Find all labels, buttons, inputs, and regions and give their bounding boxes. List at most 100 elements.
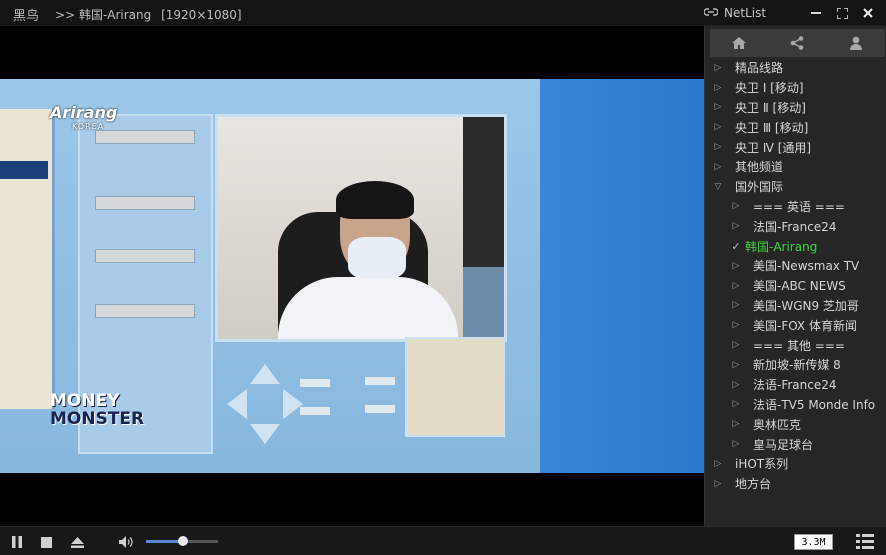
chevron-right-icon: ▷ (732, 260, 740, 271)
channel-label: 地方台 (735, 477, 772, 492)
video-scene-dpad (227, 364, 395, 444)
chevron-right-icon: ▷ (732, 201, 740, 212)
channel-label: 央卫 Ⅰ [移动] (735, 81, 804, 96)
channel-tree: ▷ 精品线路 ▷ 央卫 Ⅰ [移动] ▷ 央卫 Ⅱ [移动] ▷ 央卫 Ⅲ [移动] ▷ 央卫 Ⅳ… (705, 58, 886, 494)
channel-label: 美国-WGN9 芝加哥 (753, 298, 859, 313)
volume-slider[interactable] (146, 536, 218, 546)
chevron-right-icon: ▷ (732, 359, 740, 370)
chevron-right-icon: ▷ (714, 62, 722, 73)
channel-label: 法语-TV5 Monde Info (753, 397, 876, 412)
pause-icon (12, 536, 22, 548)
channel-label: 央卫 Ⅳ [通用] (735, 140, 812, 155)
channel-item[interactable]: ▷ 美国-WGN9 芝加哥 (705, 296, 886, 316)
channel-item[interactable]: ✓ 韩国-Arirang (705, 236, 886, 256)
arirang-watermark: Arirang KOREA (50, 105, 117, 134)
close-button[interactable] (858, 3, 878, 23)
channel-item[interactable]: ▷ 新加坡-新传媒 8 (705, 355, 886, 375)
channel-label: 美国-FOX 体育新闻 (753, 318, 857, 333)
channel-label: 奥林匹克 (753, 417, 802, 432)
channel-label: 新加坡-新传媒 8 (753, 358, 841, 373)
app-name: 黑鸟 (13, 9, 40, 24)
netlist-toolbar (710, 29, 885, 57)
chevron-right-icon: ▷ (732, 399, 740, 410)
eject-icon (70, 536, 84, 548)
channel-group[interactable]: ▷ 央卫 Ⅰ [移动] (705, 78, 886, 98)
channel-label: 国外国际 (735, 180, 784, 195)
channel-group[interactable]: ▷ 央卫 Ⅱ [移动] (705, 98, 886, 118)
channel-group[interactable]: ▷ 地方台 (705, 474, 886, 494)
minimize-icon (811, 12, 821, 14)
chevron-right-icon: ▷ (732, 379, 740, 390)
channel-label: 皇马足球台 (753, 437, 814, 452)
now-playing-label: >> 韩国-Arirang [1920×1080] (55, 6, 242, 23)
channel-item[interactable]: ▷ 法语-TV5 Monde Info (705, 395, 886, 415)
video-scene-keypad (405, 337, 505, 437)
channel-group[interactable]: ▷ 精品线路 (705, 58, 886, 78)
money-monster-line2: MONSTER (50, 409, 145, 429)
video-frame: Arirang KOREA MONEY MONSTER (0, 79, 704, 473)
link-icon (703, 6, 719, 20)
video-viewport[interactable]: Arirang KOREA MONEY MONSTER (0, 26, 704, 526)
channel-label: 美国-Newsmax TV (753, 259, 860, 274)
home-icon (732, 37, 747, 49)
stop-icon (40, 536, 52, 548)
netlist-panel: ▷ 精品线路 ▷ 央卫 Ⅰ [移动] ▷ 央卫 Ⅱ [移动] ▷ 央卫 Ⅲ [移动] ▷ 央卫 Ⅳ… (704, 26, 886, 526)
playback-controls: 3.3M (0, 526, 886, 555)
chevron-right-icon: ▷ (732, 300, 740, 311)
channel-item[interactable]: ▷ 法语-France24 (705, 375, 886, 395)
pause-button[interactable] (8, 533, 26, 551)
video-scene-list (0, 109, 55, 409)
now-playing-prefix: >> (55, 8, 76, 22)
list-icon (856, 534, 874, 549)
channel-item[interactable]: ▷ 美国-Newsmax TV (705, 256, 886, 276)
channel-label: === 英语 === (753, 199, 845, 214)
channel-item[interactable]: ▷ === 其他 === (705, 335, 886, 355)
home-button[interactable] (725, 31, 753, 55)
channel-label: 韩国-Arirang (745, 239, 818, 254)
video-scene-camera-view (215, 114, 507, 342)
fullscreen-button[interactable] (832, 3, 852, 23)
chevron-right-icon: ▷ (714, 122, 722, 133)
channel-label: === 其他 === (753, 338, 845, 353)
volume-button[interactable] (117, 533, 135, 551)
user-button[interactable] (842, 31, 870, 55)
share-button[interactable] (783, 31, 811, 55)
channel-label: 法国-France24 (753, 219, 837, 234)
channel-group[interactable]: ▷ 央卫 Ⅲ [移动] (705, 117, 886, 137)
channel-item[interactable]: ▷ 法国-France24 (705, 216, 886, 236)
share-icon (791, 36, 804, 50)
chevron-right-icon: ▷ (732, 340, 740, 351)
channel-label: 其他频道 (735, 160, 784, 175)
channel-item[interactable]: ▷ 美国-FOX 体育新闻 (705, 315, 886, 335)
channel-group[interactable]: ▷ 其他频道 (705, 157, 886, 177)
channel-label: 法语-France24 (753, 378, 837, 393)
channel-item[interactable]: ▷ 奥林匹克 (705, 414, 886, 434)
window-controls (806, 3, 878, 23)
check-icon: ✓ (731, 239, 741, 253)
now-playing-resolution: [1920×1080] (161, 8, 242, 22)
money-monster-logo: MONEY MONSTER (50, 392, 144, 428)
channel-item[interactable]: ▷ 美国-ABC NEWS (705, 276, 886, 296)
eject-button[interactable] (68, 533, 86, 551)
channel-item[interactable]: ▷ 皇马足球台 (705, 434, 886, 454)
channel-item[interactable]: ▷ === 英语 === (705, 197, 886, 217)
minimize-button[interactable] (806, 3, 826, 23)
playlist-toggle-button[interactable] (856, 534, 874, 553)
chevron-right-icon: ▷ (714, 142, 722, 153)
chevron-right-icon: ▷ (732, 320, 740, 331)
now-playing-channel: 韩国-Arirang (78, 8, 152, 22)
channel-label: 精品线路 (735, 61, 784, 76)
user-icon (849, 36, 862, 50)
channel-group[interactable]: ▷ 央卫 Ⅳ [通用] (705, 137, 886, 157)
bitrate-indicator: 3.3M (794, 534, 833, 550)
channel-group[interactable]: ▽ 国外国际 (705, 177, 886, 197)
channel-group[interactable]: ▷ iHOT系列 (705, 454, 886, 474)
netlist-title: NetList (724, 6, 767, 20)
stop-button[interactable] (37, 533, 55, 551)
channel-label: iHOT系列 (735, 457, 789, 472)
close-icon (863, 8, 873, 18)
chevron-right-icon: ▷ (732, 221, 740, 232)
money-monster-line1: MONEY (50, 391, 120, 411)
volume-knob[interactable] (178, 536, 189, 546)
chevron-right-icon: ▷ (732, 439, 740, 450)
